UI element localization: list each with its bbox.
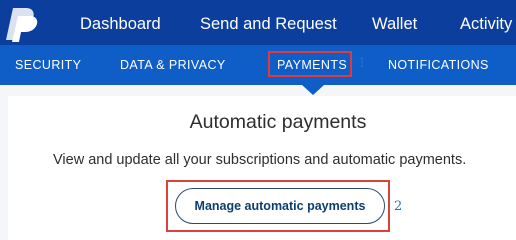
automatic-payments-description: View and update all your subscriptions a… [53, 152, 467, 168]
tab-security[interactable]: SECURITY [15, 58, 81, 73]
paypal-logo-icon[interactable] [0, 6, 48, 42]
nav-wallet-link[interactable]: Wallet [372, 14, 417, 34]
top-navigation-bar: Dashboard Send and Request Wallet Activi… [0, 0, 516, 45]
nav-dashboard-link[interactable]: Dashboard [80, 14, 161, 34]
nav-activity-link[interactable]: Activity [460, 14, 512, 34]
tab-notifications[interactable]: NOTIFICATIONS [388, 58, 489, 73]
payments-tab-highlight-box [268, 51, 352, 77]
settings-subnav-bar: SECURITY DATA & PRIVACY PAYMENTS NOTIFIC… [0, 45, 516, 85]
step-2-marker: 2 [394, 199, 403, 214]
nav-send-and-request-link[interactable]: Send and Request [200, 14, 337, 34]
manage-button-highlight-box [166, 180, 390, 232]
automatic-payments-heading: Automatic payments [189, 111, 367, 133]
active-tab-indicator [302, 85, 324, 95]
step-1-marker: 1 [358, 56, 367, 71]
tab-data-and-privacy[interactable]: DATA & PRIVACY [120, 58, 226, 73]
